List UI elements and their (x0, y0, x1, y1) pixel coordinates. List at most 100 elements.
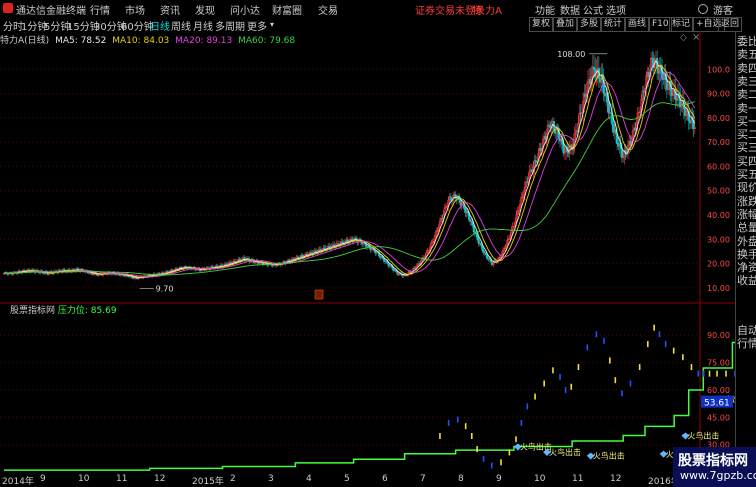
candle-body (472, 225, 475, 233)
signal-bar (491, 462, 493, 469)
multi-stock-button[interactable]: 多股 (577, 17, 602, 32)
quote-panel-item: 买一 (737, 114, 756, 128)
signal-bar (697, 370, 700, 377)
signal-bar (638, 364, 641, 371)
signal-bar (526, 403, 529, 410)
menu-item-data[interactable]: 数据 (560, 2, 580, 17)
x-tick-label: 5 (344, 474, 350, 484)
y-tick-label: 80.00 (707, 114, 730, 123)
mark-button[interactable]: 标记 (669, 17, 694, 32)
candle-body (449, 196, 452, 201)
x-tick-label: 2 (230, 474, 236, 484)
high-marker-label: 108.00 (557, 50, 585, 59)
menu-item-function[interactable]: 功能 (535, 2, 555, 17)
chart-canvas[interactable]: 火鸟出击火鸟出击火鸟出击火鸟出击火鸟出击火鸟出击火鸟出击 100.090.008… (0, 32, 735, 473)
user-icon[interactable] (698, 4, 708, 14)
signal-bar (603, 337, 605, 344)
menu-item-markets[interactable]: 市场 (125, 2, 145, 17)
signal-bar (439, 432, 441, 439)
quote-panel-item: 卖二 (737, 88, 756, 102)
stats-button[interactable]: 统计 (601, 17, 626, 32)
watermark-title: 股票指标网 (678, 453, 748, 469)
signal-bar (500, 459, 502, 466)
period-monthly[interactable]: 月线 (193, 18, 213, 33)
chevron-down-icon[interactable]: ▾ (270, 20, 274, 29)
watermark-url: www.7gpzb.com (680, 469, 756, 482)
y-tick-label: 10.00 (707, 284, 730, 293)
x-tick-label: 3 (268, 474, 274, 484)
adjust-button[interactable]: 复权 (529, 17, 554, 32)
y-tick-label: 90.00 (707, 90, 730, 99)
period-more[interactable]: 更多 (247, 18, 267, 33)
y-tick-label: 40.00 (707, 211, 730, 220)
signal-bar (570, 383, 573, 390)
x-tick-label: 11 (116, 474, 128, 484)
current-value-label: 53.61 (704, 399, 730, 409)
quote-panel-item: 买四 (737, 154, 756, 168)
x-tick-label: 12 (610, 474, 622, 484)
quote-panel-item: 净资 (737, 261, 756, 275)
y-tick-label: 70.00 (707, 138, 730, 147)
signal-bar (614, 377, 617, 384)
signal-bar (552, 367, 554, 374)
signal-bar (708, 370, 711, 377)
overlay-button[interactable]: 叠加 (553, 17, 578, 32)
candle-body (607, 101, 610, 114)
signal-bar (664, 341, 667, 348)
x-tick-label: 4 (306, 474, 312, 484)
ma60-line (3, 101, 695, 276)
quote-panel-item: 换手 (737, 247, 756, 261)
quote-panel-item: 外盘 (737, 234, 756, 248)
menu-item-formula[interactable]: 公式 (583, 2, 603, 17)
period-60min[interactable]: 60分钟 (121, 18, 154, 33)
period-multi[interactable]: 多周期 (215, 18, 245, 33)
event-flag-icon[interactable] (314, 289, 324, 300)
signal-bar (577, 364, 580, 371)
x-tick-label: 2015年 (192, 477, 224, 487)
menu-item-ask[interactable]: 问小达 (230, 2, 260, 17)
menu-item-options[interactable]: 选项 (606, 2, 626, 17)
quote-panel-item: 买二 (737, 128, 756, 142)
signal-bar (702, 370, 705, 377)
ind-y-tick-label: 75.00 (707, 359, 730, 368)
menu-item-wealth[interactable]: 财富圈 (272, 2, 302, 17)
draw-line-button[interactable]: 画线 (625, 17, 650, 32)
signal-bar (621, 390, 623, 397)
signal-bar (653, 324, 655, 331)
quote-panel-item[interactable]: 自动 (737, 324, 756, 337)
x-tick-label: 6 (382, 474, 388, 484)
signal-bar (447, 419, 450, 426)
menu-item-news[interactable]: 资讯 (160, 2, 180, 17)
quote-panel-item: 卖三 (737, 74, 756, 88)
x-tick-label: 7 (420, 474, 426, 484)
x-tick-label: 10 (78, 474, 90, 484)
x-tick-label: 8 (458, 474, 464, 484)
candle-body (482, 249, 485, 253)
quote-panel: 委比 卖五 卖四 卖三 卖二 卖一 买一 买二 买三 买四 买五 现价 涨跌 涨幅 总量 外盘 换手 净资 收益 自动… (735, 32, 756, 472)
period-weekly[interactable]: 周线 (171, 18, 191, 33)
y-tick-label: 60.00 (707, 162, 730, 171)
back-button[interactable]: 返回 (718, 17, 743, 32)
menu-item-discover[interactable]: 发现 (195, 2, 215, 17)
quote-panel-item: 涨跌 (737, 194, 756, 208)
period-daily[interactable]: 日线 (150, 18, 170, 33)
signal-bar (609, 357, 611, 364)
quote-panel-item: 涨幅 (737, 207, 756, 221)
quote-panel-item: 委比 (737, 35, 756, 48)
guest-label[interactable]: 游客 (713, 2, 733, 17)
ind-y-tick-label: 60.00 (707, 386, 730, 395)
quote-panel-item: 买五 (737, 168, 756, 181)
menu-bar: 通达信金融终端 行情 市场 资讯 发现 问小达 财富圈 交易 证券交易未登录 特… (0, 0, 756, 18)
ind-y-tick-label: 45.00 (707, 413, 730, 422)
quote-panel-item: 买三 (737, 141, 756, 155)
signal-bar (586, 344, 589, 351)
low-marker-label: 9.70 (156, 285, 174, 294)
quote-panel-item[interactable]: 行情 (737, 337, 756, 350)
signal-bar (716, 370, 718, 377)
signal-bar (470, 432, 473, 439)
menu-item-market[interactable]: 行情 (90, 2, 110, 17)
menu-item-trade[interactable]: 交易 (318, 2, 338, 17)
app-title: 通达信金融终端 (16, 6, 86, 17)
pressure-line (4, 341, 735, 471)
period-intraday[interactable]: 分时 (3, 18, 23, 33)
